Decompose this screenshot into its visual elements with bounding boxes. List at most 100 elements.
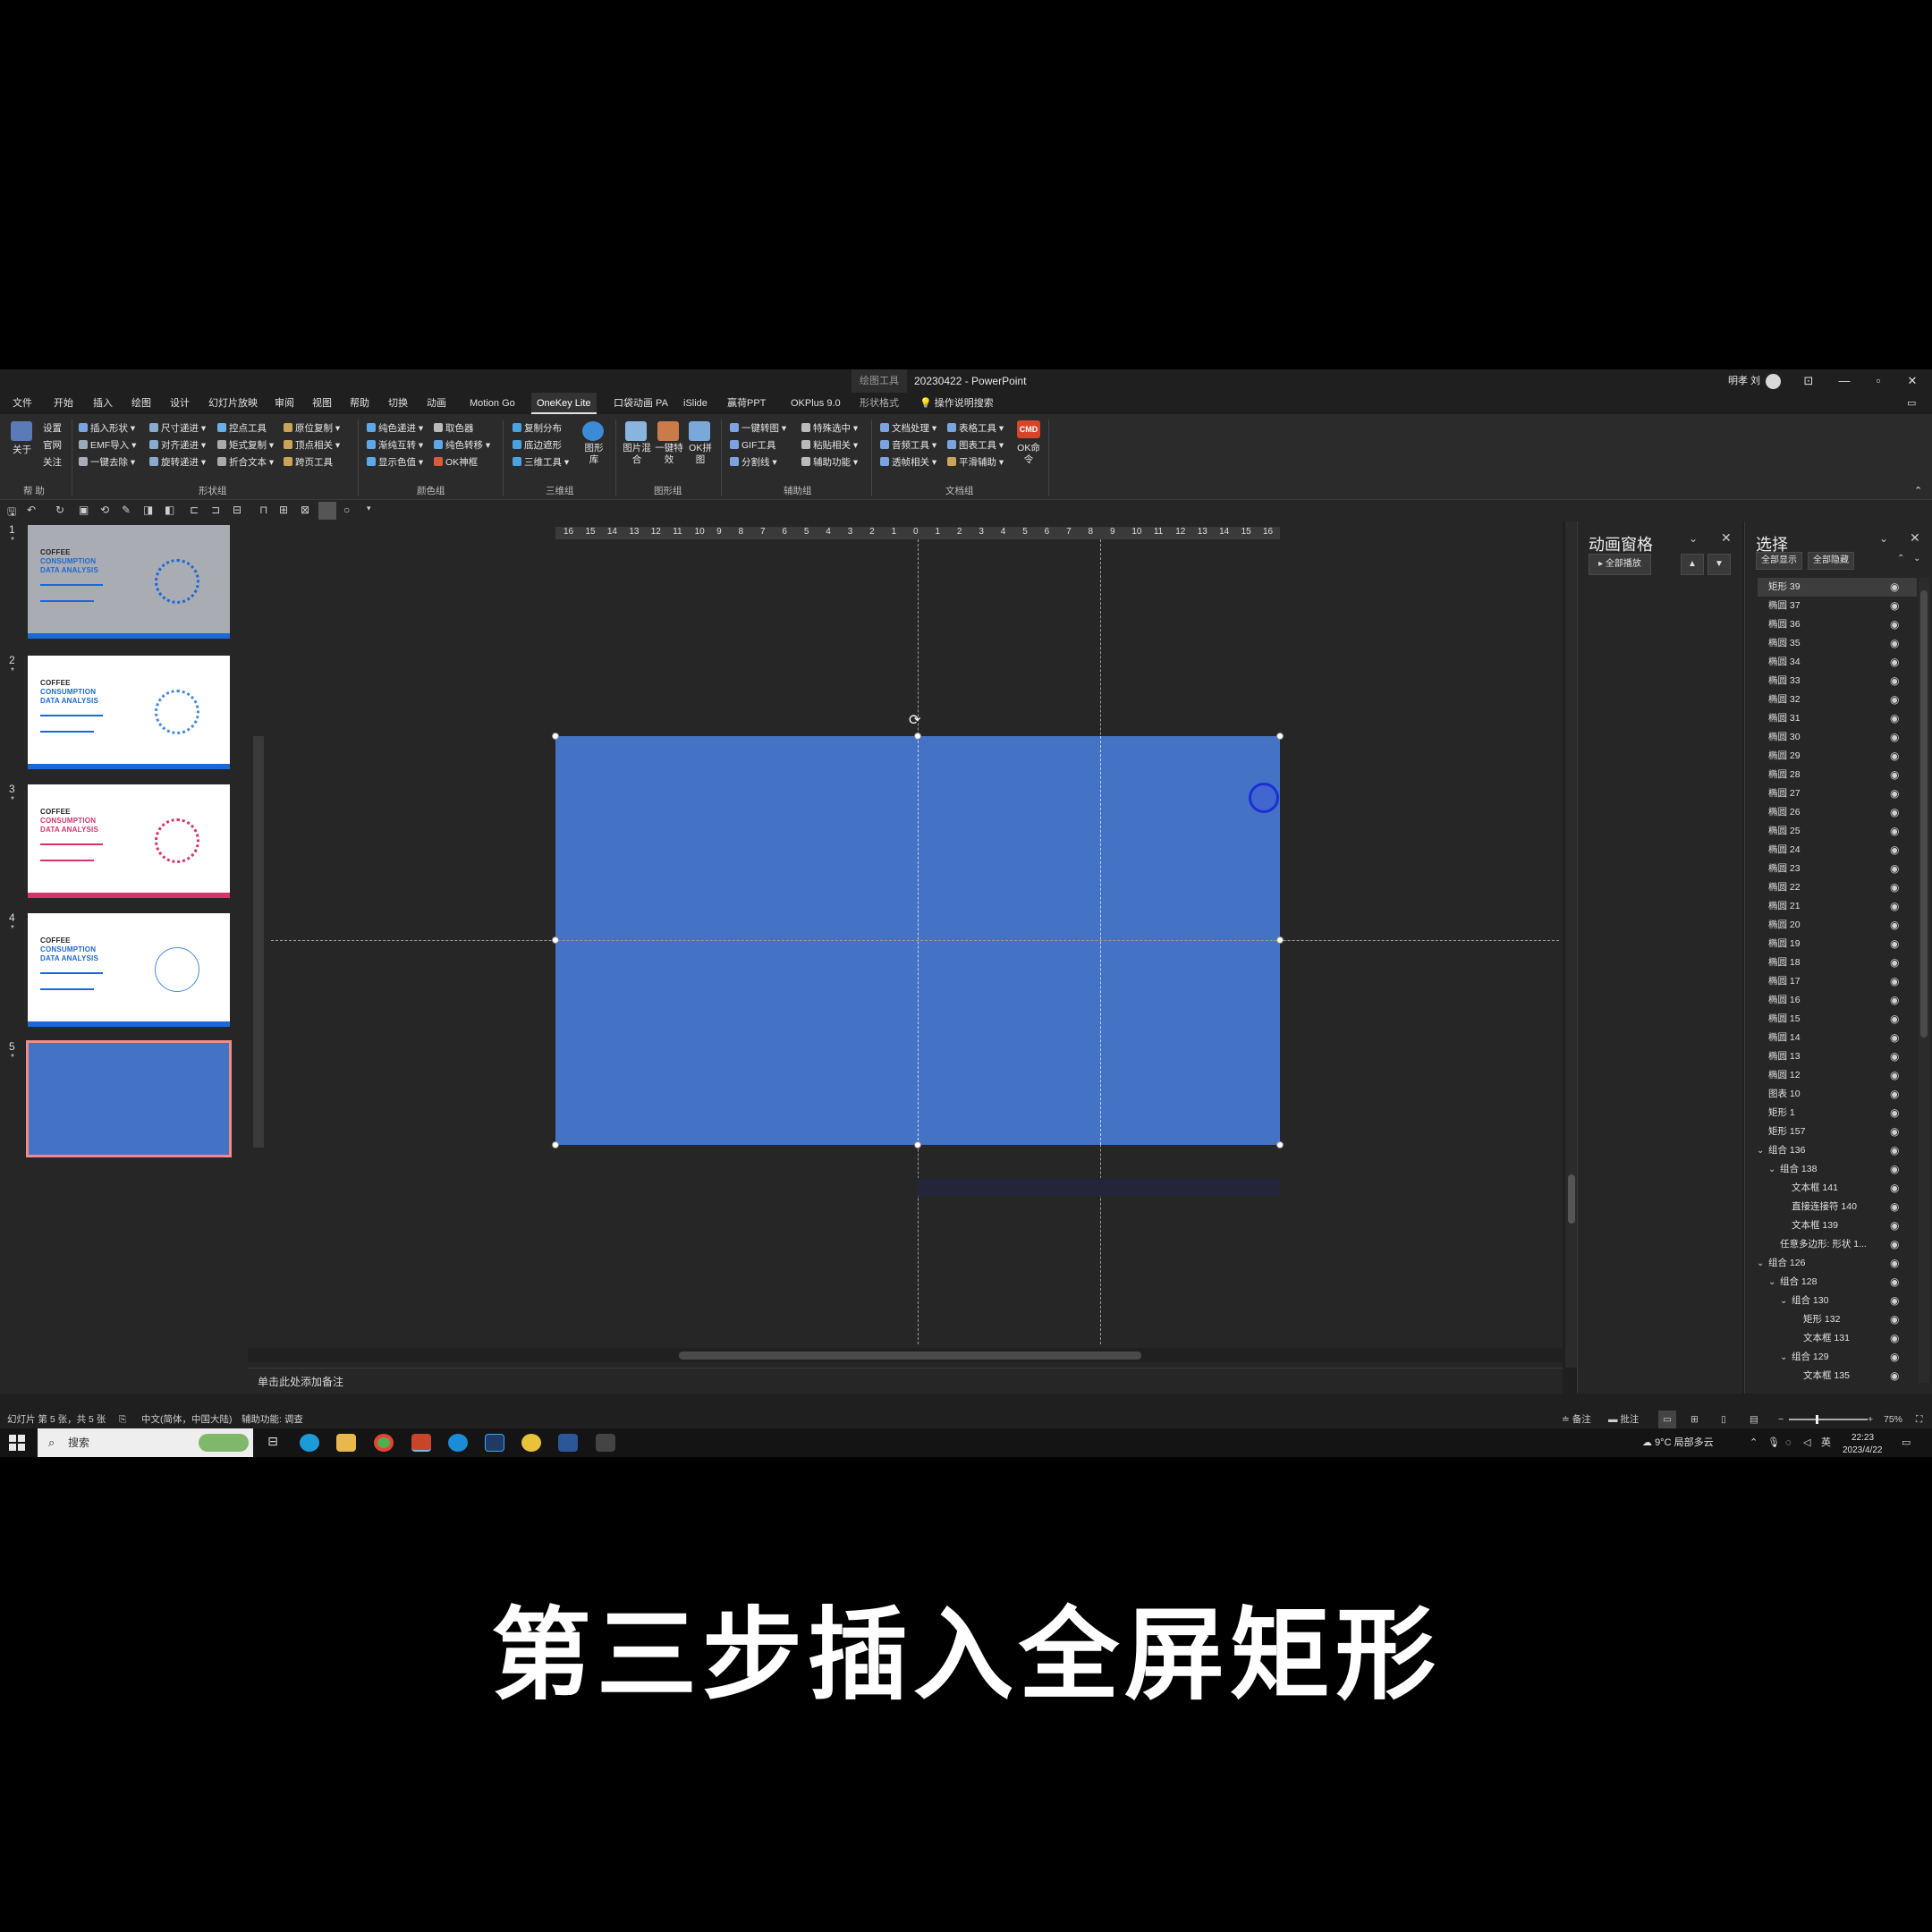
play-all-button[interactable]: ▸ 全部播放 [1589,554,1651,575]
normal-view-icon[interactable]: ▭ [1658,1411,1676,1428]
app-icon[interactable] [521,1434,541,1452]
selection-item[interactable]: 矩形 1 ◉ [1758,1104,1917,1123]
visibility-eye-icon[interactable]: ◉ [1890,1179,1899,1198]
send-back-icon[interactable]: ◧ [165,504,174,516]
selection-item[interactable]: 椭圆 18 ◉ [1758,953,1917,972]
resize-handle-top-left[interactable] [552,733,559,740]
visibility-eye-icon[interactable]: ◉ [1890,1029,1899,1047]
notes-pane[interactable]: 单击此处添加备注 [248,1368,1563,1394]
show-color-button[interactable]: 显示色值 ▾ [367,455,423,470]
undo-icon[interactable]: ↶ [27,504,36,516]
network-icon[interactable]: ◌ [1785,1428,1792,1457]
pane-close-icon[interactable]: ✕ [1721,530,1732,546]
bring-front-icon[interactable]: ◨ [143,504,153,516]
tab-slideshow[interactable]: 幻灯片放映 [203,393,263,414]
accessibility-status[interactable]: 辅助功能: 调查 [242,1411,303,1428]
format-painter-icon[interactable]: ✎ [122,504,131,516]
selection-item[interactable]: 椭圆 15 ◉ [1758,1010,1917,1029]
selection-item[interactable]: 文本框 135 ◉ [1758,1367,1917,1385]
visibility-eye-icon[interactable]: ◉ [1890,1047,1899,1066]
task-view-icon[interactable]: ⊟ [263,1434,283,1452]
selection-item[interactable]: 椭圆 23 ◉ [1758,860,1917,878]
visibility-eye-icon[interactable]: ◉ [1890,672,1899,691]
distribute-icon[interactable]: ⊟ [233,504,242,516]
selection-item[interactable]: ⌄ 组合 130 ◉ [1758,1292,1917,1310]
tab-onekey-lite[interactable]: OneKey Lite [531,393,597,414]
selection-item[interactable]: 椭圆 14 ◉ [1758,1029,1917,1047]
settings-button[interactable]: 设置 [43,421,62,436]
chart-tools-button[interactable]: 图表工具 ▾ [947,438,1004,453]
group-icon[interactable]: ⊞ [279,504,288,516]
cross-page-button[interactable]: 跨页工具 [284,455,333,470]
taskbar-search-box[interactable]: ⌕ 搜索 [38,1428,253,1457]
gradient-swap-button[interactable]: 渐纯互转 ▾ [367,438,423,453]
visibility-eye-icon[interactable]: ◉ [1890,1367,1899,1385]
visibility-eye-icon[interactable]: ◉ [1890,1198,1899,1216]
comments-toggle[interactable]: ▬ 批注 [1608,1411,1639,1428]
chrome-icon[interactable] [374,1434,394,1452]
visibility-eye-icon[interactable]: ◉ [1890,1329,1899,1348]
visibility-eye-icon[interactable]: ◉ [1890,841,1899,860]
bring-forward-icon[interactable]: ⌃ [1897,554,1904,564]
expand-chevron-icon[interactable]: ⌄ [1768,1273,1775,1292]
spellcheck-icon[interactable]: ⎘ [119,1411,126,1428]
visibility-eye-icon[interactable]: ◉ [1890,935,1899,953]
link-icon[interactable]: ⟲ [100,504,109,516]
selection-item[interactable]: 椭圆 34 ◉ [1758,653,1917,672]
selection-tool-icon[interactable] [318,502,336,520]
expand-chevron-icon[interactable]: ⌄ [1780,1348,1787,1367]
selection-item[interactable]: 椭圆 24 ◉ [1758,841,1917,860]
scrollbar-thumb[interactable] [1568,1174,1575,1224]
selection-item[interactable]: 椭圆 36 ◉ [1758,615,1917,634]
collage-icon[interactable] [689,421,710,441]
selection-item[interactable]: 椭圆 17 ◉ [1758,972,1917,991]
fold-text-button[interactable]: 折合文本 ▾ [217,455,274,470]
visibility-eye-icon[interactable]: ◉ [1890,747,1899,766]
follow-button[interactable]: 关注 [43,455,62,470]
bottom-mask-button[interactable]: 底边遮形 [513,438,562,453]
comments-icon[interactable]: ▭ [1902,393,1921,414]
visibility-eye-icon[interactable]: ◉ [1890,1123,1899,1141]
tab-animations[interactable]: 动画 [421,393,452,414]
scrollbar-thumb[interactable] [679,1352,1141,1360]
split-line-button[interactable]: 分割线 ▾ [730,455,777,470]
selection-item[interactable]: 直接连接符 140 ◉ [1758,1198,1917,1216]
tab-pocket-animation[interactable]: 口袋动画 PA [608,393,674,414]
selection-item[interactable]: 椭圆 13 ◉ [1758,1047,1917,1066]
zoom-slider-thumb[interactable] [1816,1415,1818,1424]
user-name[interactable]: 明孝 刘 [1728,369,1760,393]
selection-item[interactable]: 椭圆 33 ◉ [1758,672,1917,691]
visibility-eye-icon[interactable]: ◉ [1890,615,1899,634]
customize-qat-icon[interactable]: ▾ [367,504,371,513]
language-status[interactable]: 中文(简体，中国大陆) [141,1411,233,1428]
photoshop-icon[interactable] [485,1434,504,1452]
visibility-eye-icon[interactable]: ◉ [1890,1216,1899,1235]
paste-button[interactable]: 粘贴相关 ▾ [801,438,858,453]
move-down-button[interactable]: ▼ [1707,554,1731,575]
tab-insert[interactable]: 插入 [88,393,118,414]
cmd-badge-icon[interactable]: CMD [1017,420,1040,438]
visibility-eye-icon[interactable]: ◉ [1890,897,1899,916]
selection-item[interactable]: ⌄ 组合 136 ◉ [1757,1141,1917,1160]
visibility-eye-icon[interactable]: ◉ [1890,1160,1899,1179]
selection-item[interactable]: 图表 10 ◉ [1758,1085,1917,1104]
effects-icon[interactable] [657,421,679,441]
visibility-eye-icon[interactable]: ◉ [1890,728,1899,747]
handle-tool-button[interactable]: 控点工具 [217,421,267,436]
selection-item[interactable]: ⌄ 组合 138 ◉ [1758,1160,1917,1179]
file-explorer-icon[interactable] [336,1434,356,1452]
close-button[interactable]: ✕ [1896,369,1928,393]
selection-item[interactable]: 椭圆 19 ◉ [1758,935,1917,953]
microphone-icon[interactable]: 🎙 [1767,1428,1780,1457]
visibility-eye-icon[interactable]: ◉ [1890,916,1899,935]
selection-item[interactable]: 矩形 157 ◉ [1758,1123,1917,1141]
tab-motion-go[interactable]: Motion Go [464,393,521,414]
align-step-button[interactable]: 对齐递进 ▾ [149,438,206,453]
visibility-eye-icon[interactable]: ◉ [1890,953,1899,972]
one-click-effect-button[interactable]: 一键特效 [655,443,683,466]
visibility-eye-icon[interactable]: ◉ [1890,1066,1899,1085]
visibility-eye-icon[interactable]: ◉ [1890,766,1899,784]
pane-close-icon[interactable]: ✕ [1910,530,1920,546]
vertex-button[interactable]: 顶点相关 ▾ [284,438,340,453]
tab-draw[interactable]: 绘图 [126,393,157,414]
